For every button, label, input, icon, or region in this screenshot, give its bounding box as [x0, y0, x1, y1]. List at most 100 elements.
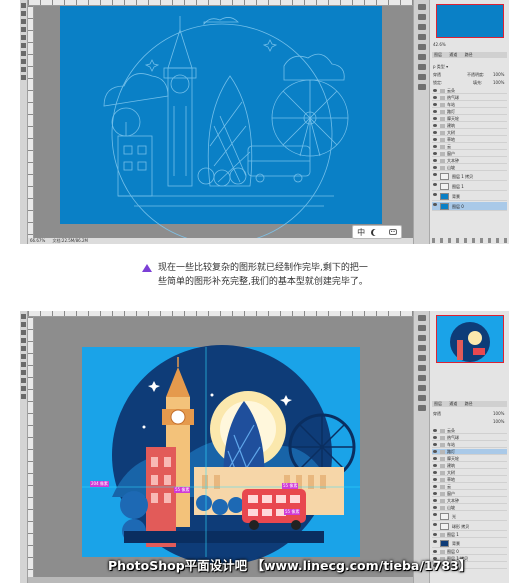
tab-channels[interactable]: 通道: [449, 52, 457, 57]
panel-icon-strip[interactable]: [413, 0, 429, 244]
visibility-eye-icon[interactable]: [433, 203, 437, 206]
visibility-eye-icon[interactable]: [433, 152, 437, 155]
visibility-eye-icon[interactable]: [433, 103, 437, 106]
visibility-eye-icon[interactable]: [433, 464, 437, 467]
visibility-eye-icon[interactable]: [433, 450, 437, 453]
layer-row[interactable]: 大本钟: [432, 158, 507, 164]
layer-filter-row[interactable]: p 类型 ▾: [433, 64, 448, 70]
layer-row[interactable]: 图层 1: [432, 532, 507, 538]
ime-mode-label[interactable]: 中: [357, 227, 365, 238]
visibility-eye-icon[interactable]: [433, 145, 437, 148]
panel-tab-bar[interactable]: 图层 通道 路径: [432, 52, 507, 58]
layer-thumbnail: [440, 523, 449, 530]
visibility-eye-icon[interactable]: [433, 443, 437, 446]
navigator-thumbnail[interactable]: [436, 4, 504, 38]
visibility-eye-icon[interactable]: [433, 513, 437, 516]
layer-row[interactable]: 背景: [432, 192, 507, 201]
visibility-eye-icon[interactable]: [433, 471, 437, 474]
folder-icon: [440, 429, 445, 433]
layer-row[interactable]: 山坡: [432, 505, 507, 511]
visibility-eye-icon[interactable]: [433, 89, 437, 92]
folder-icon: [440, 103, 445, 107]
visibility-eye-icon[interactable]: [433, 131, 437, 134]
visibility-eye-icon[interactable]: [433, 183, 437, 186]
visibility-eye-icon[interactable]: [433, 478, 437, 481]
visibility-eye-icon[interactable]: [433, 429, 437, 432]
visibility-eye-icon[interactable]: [433, 436, 437, 439]
layer-thumbnail: [440, 193, 449, 200]
layer-row[interactable]: 大树: [432, 130, 507, 136]
layer-row[interactable]: 云: [432, 144, 507, 150]
layer-row[interactable]: 热气球: [432, 95, 507, 101]
visibility-eye-icon[interactable]: [433, 173, 437, 176]
visibility-eye-icon[interactable]: [433, 485, 437, 488]
fill-value[interactable]: 100%: [493, 80, 504, 85]
layer-row[interactable]: 建筑: [432, 123, 507, 129]
layer-row[interactable]: 图层 1 拷贝: [432, 172, 507, 181]
layer-actions-bar[interactable]: [432, 238, 507, 243]
workspace[interactable]: [34, 6, 413, 238]
tab-layers[interactable]: 图层: [434, 401, 442, 406]
navigator-zoom[interactable]: 42.6%: [433, 42, 446, 47]
panel-icon-strip[interactable]: [413, 311, 429, 583]
layer-row[interactable]: 山坡: [432, 165, 507, 171]
canvas-outline-drawing: [60, 6, 382, 238]
guide-measure-label: 55 像素: [174, 487, 191, 493]
visibility-eye-icon[interactable]: [433, 550, 437, 553]
layer-row[interactable]: 草地: [432, 137, 507, 143]
layer-row[interactable]: 草地: [432, 477, 507, 483]
layer-row[interactable]: 大树: [432, 470, 507, 476]
visibility-eye-icon[interactable]: [433, 540, 437, 543]
layer-row[interactable]: 窗户: [432, 491, 507, 497]
visibility-eye-icon[interactable]: [433, 193, 437, 196]
layer-row[interactable]: 光: [432, 512, 507, 521]
visibility-eye-icon[interactable]: [433, 492, 437, 495]
layer-row[interactable]: 云朵: [432, 428, 507, 434]
layer-row[interactable]: 窗户: [432, 151, 507, 157]
layer-row[interactable]: 热气球: [432, 435, 507, 441]
tab-layers[interactable]: 图层: [434, 52, 442, 57]
visibility-eye-icon[interactable]: [433, 506, 437, 509]
moon-icon[interactable]: [373, 229, 380, 236]
tools-bar[interactable]: [20, 0, 28, 244]
tab-channels[interactable]: 通道: [449, 401, 457, 406]
visibility-eye-icon[interactable]: [433, 96, 437, 99]
layer-row[interactable]: 云朵: [432, 88, 507, 94]
layer-row[interactable]: 建筑: [432, 463, 507, 469]
visibility-eye-icon[interactable]: [433, 499, 437, 502]
blend-mode-select[interactable]: 穿透: [433, 411, 441, 416]
layer-row[interactable]: 摩天轮: [432, 456, 507, 462]
layer-row[interactable]: 背景: [432, 539, 507, 548]
visibility-eye-icon[interactable]: [433, 533, 437, 536]
fill-value[interactable]: 100%: [493, 419, 504, 424]
layer-row[interactable]: 车站: [432, 442, 507, 448]
layer-row-selected[interactable]: 图层 0: [432, 202, 507, 211]
layer-row[interactable]: 路灯: [432, 109, 507, 115]
layer-row[interactable]: 云: [432, 484, 507, 490]
visibility-eye-icon[interactable]: [433, 117, 437, 120]
panel-tab-bar[interactable]: 图层 通道 路径: [432, 401, 507, 407]
visibility-eye-icon[interactable]: [433, 166, 437, 169]
tab-paths[interactable]: 路径: [465, 401, 473, 406]
visibility-eye-icon[interactable]: [433, 457, 437, 460]
opacity-value[interactable]: 100%: [493, 411, 504, 416]
tools-bar[interactable]: [20, 311, 28, 583]
layer-row-selected[interactable]: 路灯: [432, 449, 507, 455]
ime-toolbar[interactable]: 中 ••: [352, 225, 402, 239]
navigator-thumbnail[interactable]: [436, 315, 504, 363]
opacity-value[interactable]: 100%: [493, 72, 504, 77]
layer-row[interactable]: 车站: [432, 102, 507, 108]
layer-row[interactable]: 摩天轮: [432, 116, 507, 122]
layer-row[interactable]: 大本钟: [432, 498, 507, 504]
visibility-eye-icon[interactable]: [433, 138, 437, 141]
layer-row[interactable]: 球形 拷贝: [432, 522, 507, 531]
workspace[interactable]: 204 像素 55 像素 55 像素 55 像素: [34, 317, 413, 577]
tab-paths[interactable]: 路径: [465, 52, 473, 57]
visibility-eye-icon[interactable]: [433, 523, 437, 526]
visibility-eye-icon[interactable]: [433, 124, 437, 127]
blend-mode-select[interactable]: 穿透: [433, 72, 441, 77]
layer-row[interactable]: 图层 1: [432, 182, 507, 191]
ime-more-icon[interactable]: ••: [388, 229, 397, 235]
visibility-eye-icon[interactable]: [433, 110, 437, 113]
visibility-eye-icon[interactable]: [433, 159, 437, 162]
